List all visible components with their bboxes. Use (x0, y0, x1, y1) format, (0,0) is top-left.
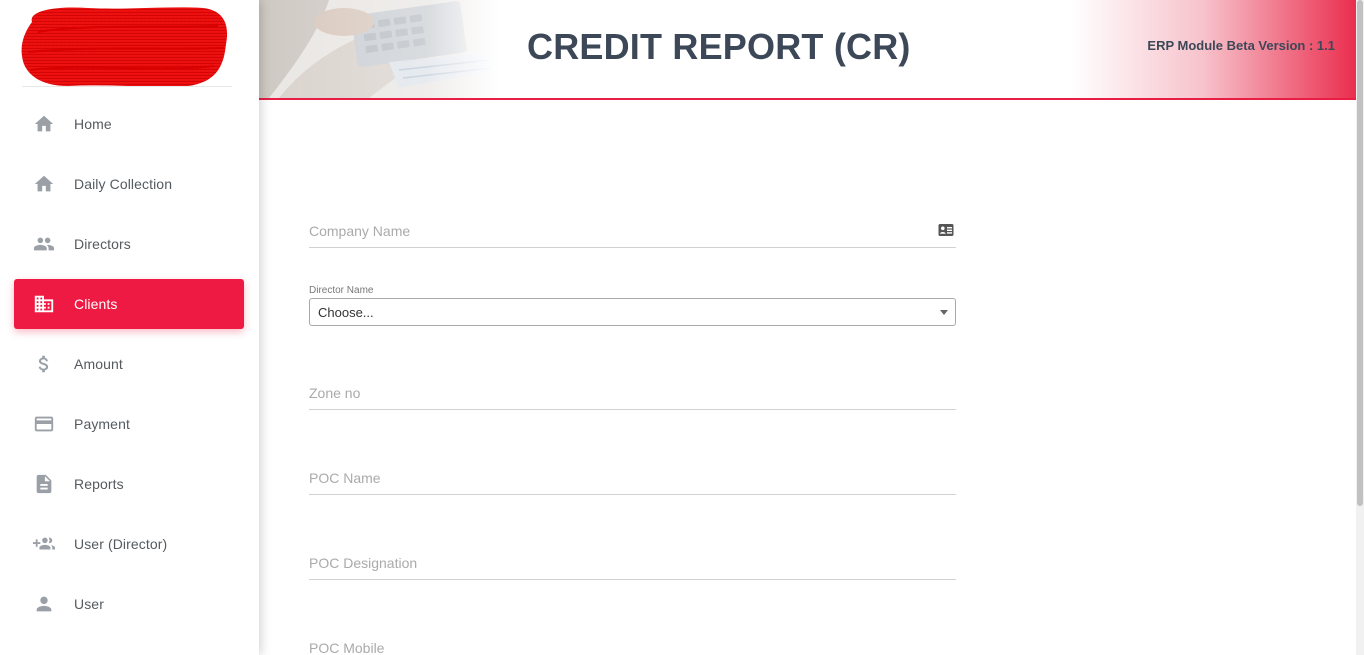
sidebar-item-label: Home (74, 116, 112, 132)
sidebar-item-payment[interactable]: Payment (14, 399, 244, 449)
people-icon (33, 233, 55, 255)
zone-no-placeholder: Zone no (309, 385, 361, 401)
logo-divider (22, 86, 232, 87)
sidebar-item-label: Directors (74, 236, 131, 252)
person-icon (33, 593, 55, 615)
director-name-selected-value: Choose... (318, 305, 374, 320)
company-name-placeholder: Company Name (309, 223, 411, 239)
sidebar-item-label: Daily Collection (74, 176, 173, 192)
page-scrollbar[interactable] (1356, 0, 1364, 655)
sidebar-item-directors[interactable]: Directors (14, 219, 244, 269)
sidebar-item-label: Payment (74, 416, 130, 432)
zone-no-field[interactable]: Zone no (309, 362, 956, 410)
home-icon (33, 113, 55, 135)
building-icon (33, 293, 55, 315)
page-title: CREDIT REPORT (CR) (527, 26, 911, 67)
sidebar-item-clients[interactable]: Clients (14, 279, 244, 329)
scrollbar-thumb[interactable] (1357, 0, 1363, 506)
sidebar-item-amount[interactable]: Amount (14, 339, 244, 389)
sidebar-item-daily-collection[interactable]: Daily Collection (14, 159, 244, 209)
page-header: CREDIT REPORT (CR) ERP Module Beta Versi… (259, 0, 1356, 100)
version-label: ERP Module Beta Version : 1.1 (1147, 38, 1335, 53)
sidebar-nav: Home Daily Collection Directors Clients (14, 99, 244, 639)
poc-mobile-placeholder: POC Mobile (309, 640, 385, 655)
sidebar: Home Daily Collection Directors Clients (0, 0, 259, 655)
sidebar-item-reports[interactable]: Reports (14, 459, 244, 509)
contact-card-icon (938, 223, 954, 237)
sidebar-item-label: User (74, 596, 104, 612)
app-window: Home Daily Collection Directors Clients (0, 0, 1364, 655)
poc-designation-placeholder: POC Designation (309, 555, 418, 571)
director-name-select[interactable]: Choose... (309, 298, 956, 326)
sidebar-item-label: Clients (74, 296, 118, 312)
company-logo-redacted (18, 2, 230, 88)
group-add-icon (33, 533, 55, 555)
poc-mobile-field[interactable]: POC Mobile (309, 617, 956, 655)
dollar-icon (33, 353, 55, 375)
sidebar-item-label: Amount (74, 356, 123, 372)
document-icon (33, 473, 55, 495)
sidebar-item-user[interactable]: User (14, 579, 244, 629)
credit-card-icon (33, 413, 55, 435)
sidebar-item-home[interactable]: Home (14, 99, 244, 149)
sidebar-item-label: User (Director) (74, 536, 168, 552)
header-banner-image (259, 0, 499, 98)
poc-designation-field[interactable]: POC Designation (309, 532, 956, 580)
poc-name-field[interactable]: POC Name (309, 447, 956, 495)
sidebar-item-label: Reports (74, 476, 124, 492)
chevron-down-icon (940, 310, 948, 315)
company-name-field[interactable]: Company Name (309, 200, 956, 248)
poc-name-placeholder: POC Name (309, 470, 381, 486)
home-icon (33, 173, 55, 195)
sidebar-item-user-director[interactable]: User (Director) (14, 519, 244, 569)
director-name-label: Director Name (309, 285, 374, 296)
